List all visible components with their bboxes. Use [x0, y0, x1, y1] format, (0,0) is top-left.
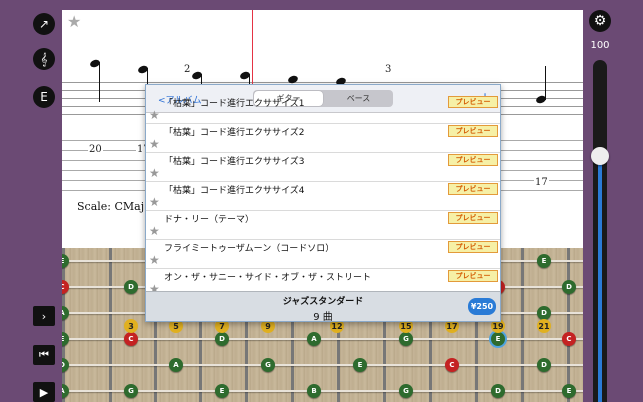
buy-price-button[interactable]: ¥250	[468, 298, 496, 315]
song-row[interactable]: ★ ドナ・リー（テーマ） プレビュー	[146, 210, 500, 240]
song-row[interactable]: ★ 「枯葉」コード進行エクササイズ2 プレビュー	[146, 123, 500, 153]
fretboard-note[interactable]: A	[307, 332, 321, 346]
fretboard-note[interactable]: E	[353, 358, 367, 372]
fretboard-note[interactable]: G	[399, 384, 413, 398]
fret-marker: 21	[537, 319, 551, 333]
volume-value: 100	[590, 40, 610, 51]
fret-wire	[567, 248, 570, 402]
favorite-star-icon[interactable]: ★	[149, 108, 160, 122]
flip-view-button[interactable]: ↗	[33, 13, 55, 35]
album-footer: ジャズスタンダード 9 曲 ¥250	[146, 291, 500, 322]
song-title: 「枯葉」コード進行エクササイズ3	[164, 157, 305, 167]
song-list-popover[interactable]: <アルバム ギター ベース ↓ ★「枯葉」コード進行エクササイズ1プレビュー★「…	[145, 84, 501, 322]
fretboard-note[interactable]: D	[491, 384, 505, 398]
favorite-star-icon[interactable]: ★	[67, 12, 81, 31]
staff-line	[62, 82, 583, 83]
key-label: E	[40, 90, 48, 104]
fretboard-note[interactable]: D	[124, 280, 138, 294]
tab-fret-number: 20	[88, 144, 103, 155]
song-row[interactable]: ★ 「枯葉」コード進行エクササイズ1 プレビュー	[146, 94, 500, 124]
skip-back-icon: ⏮	[39, 348, 49, 361]
fret-marker: 3	[124, 319, 138, 333]
arrow-icon: ↗	[38, 17, 50, 31]
finger-number: 2	[183, 64, 192, 75]
preview-badge[interactable]: プレビュー	[448, 183, 498, 195]
finger-number: 3	[384, 64, 393, 75]
preview-badge[interactable]: プレビュー	[448, 241, 498, 253]
song-row[interactable]: ★ フライミートゥーザムーン（コードソロ） プレビュー	[146, 239, 500, 269]
play-button[interactable]: ▶	[33, 382, 55, 402]
favorite-star-icon[interactable]: ★	[149, 137, 160, 151]
song-title: オン・ザ・サニー・サイド・オブ・ザ・ストリート	[164, 273, 372, 283]
album-song-count: 9 曲	[313, 312, 333, 322]
fretboard-note[interactable]: G	[261, 358, 275, 372]
preview-badge[interactable]: プレビュー	[448, 125, 498, 137]
fretboard-note[interactable]: C	[445, 358, 459, 372]
preview-badge[interactable]: プレビュー	[448, 154, 498, 166]
chevron-right-icon: ›	[41, 309, 47, 323]
fretboard-note[interactable]: C	[562, 332, 576, 346]
note-stem	[99, 62, 100, 102]
favorite-star-icon[interactable]: ★	[149, 166, 160, 180]
fretboard-note[interactable]: B	[307, 384, 321, 398]
fretboard-note[interactable]: G	[124, 384, 138, 398]
song-row[interactable]: ★ 「枯葉」コード進行エクササイズ4 プレビュー	[146, 181, 500, 211]
key-button[interactable]: E	[33, 86, 55, 108]
song-row[interactable]: ★ 「枯葉」コード進行エクササイズ3 プレビュー	[146, 152, 500, 182]
preview-badge[interactable]: プレビュー	[448, 270, 498, 282]
fretboard-note[interactable]: E	[537, 254, 551, 268]
fretboard-note[interactable]: E	[491, 332, 505, 346]
fret-wire	[109, 248, 112, 402]
album-title: ジャズスタンダード	[282, 297, 364, 307]
note-stem	[545, 66, 546, 100]
treble-clef-icon: 𝄞	[40, 51, 48, 66]
fretboard-note[interactable]: G	[399, 332, 413, 346]
preview-badge[interactable]: プレビュー	[448, 96, 498, 108]
fretboard-note[interactable]: E	[562, 384, 576, 398]
song-title: ドナ・リー（テーマ）	[164, 215, 255, 225]
fretboard-note[interactable]: D	[562, 280, 576, 294]
favorite-star-icon[interactable]: ★	[149, 253, 160, 267]
clef-button[interactable]: 𝄞	[33, 48, 55, 70]
fretboard-note[interactable]: D	[215, 332, 229, 346]
play-icon: ▶	[39, 385, 49, 399]
favorite-star-icon[interactable]: ★	[149, 195, 160, 209]
fretboard-note[interactable]: C	[124, 332, 138, 346]
fret-wire	[62, 248, 65, 402]
gear-icon: ⚙	[593, 13, 607, 29]
song-title: 「枯葉」コード進行エクササイズ2	[164, 128, 305, 138]
volume-slider-fill	[598, 155, 602, 402]
fret-wire	[521, 248, 524, 402]
next-button[interactable]: ›	[33, 306, 55, 326]
song-title: 「枯葉」コード進行エクササイズ1	[164, 99, 305, 109]
fretboard-note[interactable]: D	[537, 306, 551, 320]
guitar-string	[62, 364, 583, 366]
restart-button[interactable]: ⏮	[33, 345, 55, 365]
fretboard-note[interactable]: A	[169, 358, 183, 372]
song-title: フライミートゥーザムーン（コードソロ）	[164, 244, 335, 254]
favorite-star-icon[interactable]: ★	[149, 224, 160, 238]
settings-button[interactable]: ⚙	[589, 10, 611, 32]
preview-badge[interactable]: プレビュー	[448, 212, 498, 224]
volume-slider-thumb[interactable]	[591, 146, 609, 165]
fretboard-note[interactable]: D	[537, 358, 551, 372]
tab-fret-number: 17	[534, 177, 549, 188]
song-title: 「枯葉」コード進行エクササイズ4	[164, 186, 305, 196]
fretboard-note[interactable]: E	[215, 384, 229, 398]
right-toolbar	[583, 0, 643, 402]
